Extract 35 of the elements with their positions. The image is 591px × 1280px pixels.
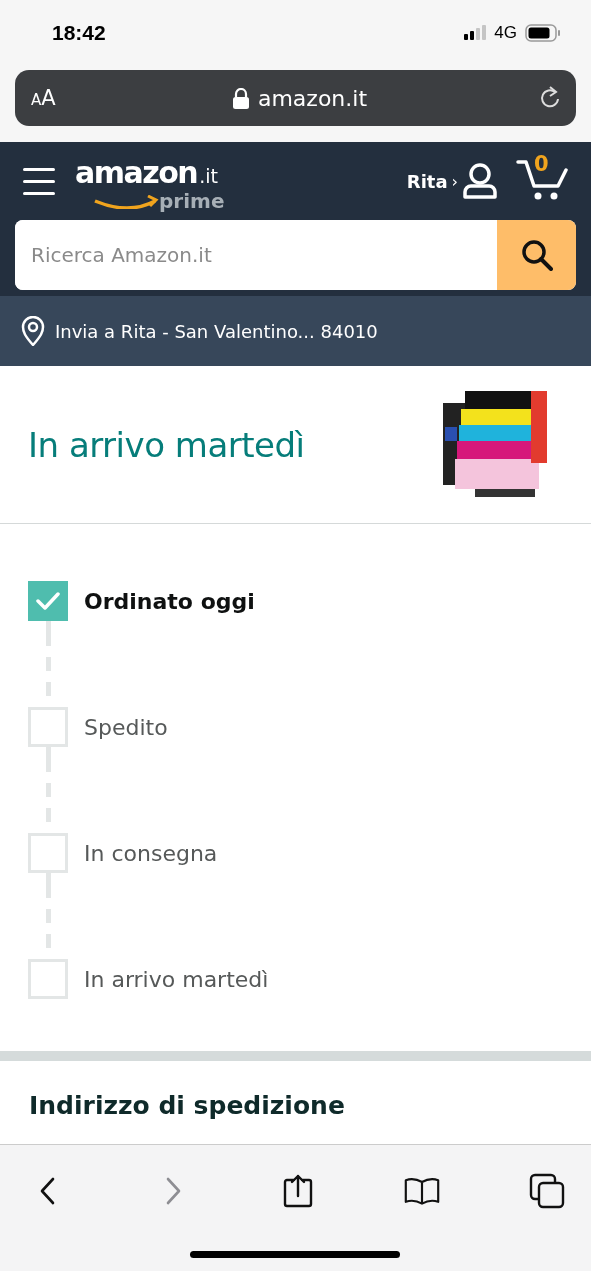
back-icon bbox=[39, 1177, 57, 1205]
smile-arrow-icon bbox=[93, 195, 159, 209]
tabs-button[interactable] bbox=[529, 1171, 565, 1211]
network-type: 4G bbox=[494, 22, 517, 43]
battery-icon bbox=[525, 23, 561, 42]
text-size-button[interactable]: AA bbox=[31, 86, 141, 110]
url-text: amazon.it bbox=[257, 85, 368, 111]
delivery-location-link[interactable]: Invia a Rita - San Valentino... 84010 bbox=[55, 320, 378, 342]
tabs-icon bbox=[529, 1173, 565, 1209]
step-label: In arrivo martedì bbox=[84, 966, 269, 992]
search-field[interactable]: Ricerca Amazon.it bbox=[15, 220, 576, 290]
location-pin-icon bbox=[21, 316, 45, 346]
step-label: In consegna bbox=[84, 840, 218, 866]
signal-icon bbox=[464, 25, 487, 40]
share-icon bbox=[282, 1174, 313, 1208]
check-icon bbox=[36, 590, 60, 612]
logo-domain: .it bbox=[199, 165, 218, 187]
delivery-heading: In arrivo martedì bbox=[28, 424, 306, 465]
lock-icon bbox=[231, 87, 250, 109]
search-button[interactable] bbox=[497, 220, 576, 290]
logo-subtitle: prime bbox=[159, 189, 225, 213]
logo-text: amazon bbox=[75, 155, 198, 190]
cart-count: 0 bbox=[534, 152, 549, 176]
step-label: Spedito bbox=[84, 714, 168, 740]
account-button[interactable]: Rita › bbox=[406, 162, 498, 200]
reload-icon[interactable] bbox=[538, 86, 562, 110]
clock-time: 18:42 bbox=[52, 20, 107, 45]
section-heading: Indirizzo di spedizione bbox=[29, 1091, 346, 1120]
menu-icon[interactable] bbox=[23, 167, 55, 195]
user-icon bbox=[462, 162, 498, 200]
step-label: Ordinato oggi bbox=[84, 588, 255, 614]
search-icon bbox=[520, 239, 553, 271]
book-icon bbox=[404, 1175, 441, 1207]
address-bar[interactable]: AA amazon.it bbox=[15, 70, 576, 126]
amazon-logo[interactable]: amazon.it prime bbox=[75, 153, 225, 215]
